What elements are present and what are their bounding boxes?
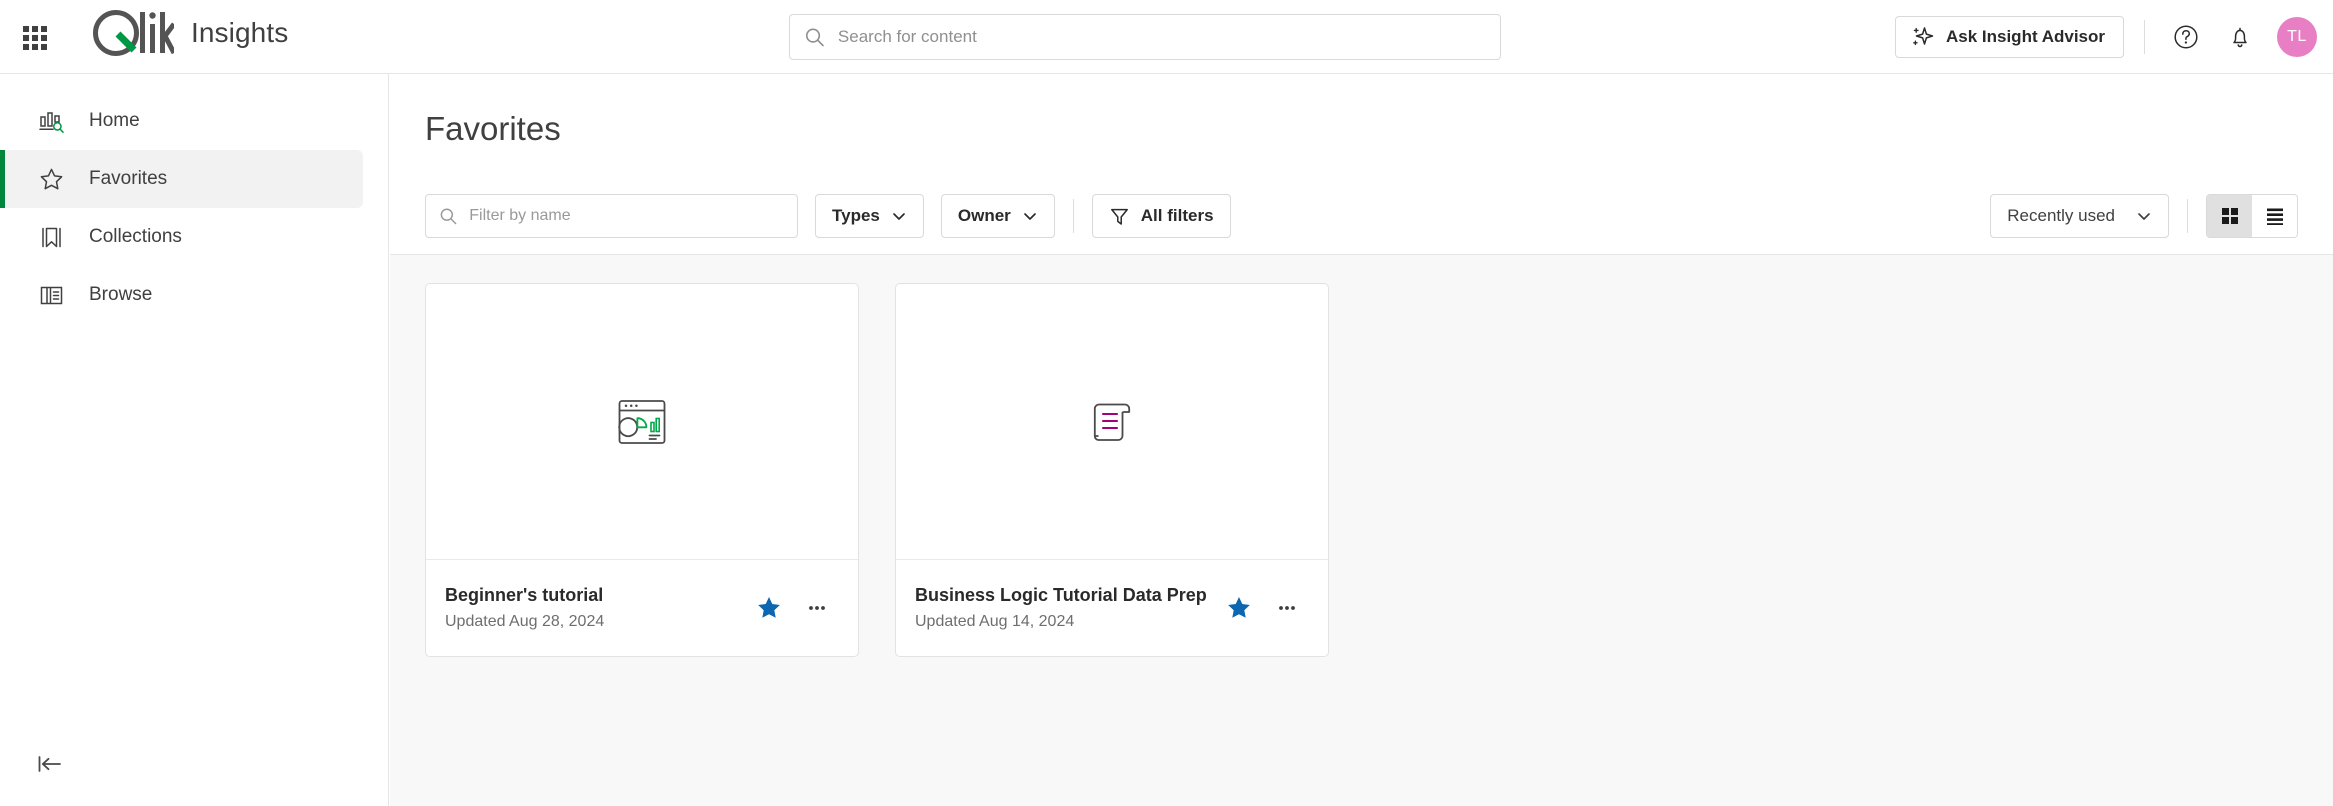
- chart-search-icon: [38, 108, 64, 134]
- sort-select-label: Recently used: [2007, 206, 2115, 226]
- star-filled-icon: [756, 595, 782, 621]
- sidebar-item-label: Collections: [89, 226, 182, 248]
- sidebar-item-favorites[interactable]: Favorites: [0, 150, 363, 208]
- collapse-left-arrow-icon: [36, 752, 66, 776]
- card-thumbnail: [426, 284, 858, 560]
- sparkle-icon: [1911, 25, 1935, 49]
- sidebar-item-collections[interactable]: Collections: [0, 208, 363, 266]
- card-more-menu-button[interactable]: [1268, 589, 1306, 627]
- card-title: Beginner's tutorial: [445, 585, 750, 606]
- avatar-initials: TL: [2287, 28, 2307, 46]
- card-meta: Beginner's tutorial Updated Aug 28, 2024: [445, 585, 750, 631]
- card-title: Business Logic Tutorial Data Prep: [915, 585, 1220, 606]
- search-icon: [804, 26, 825, 48]
- sidebar-item-label: Favorites: [89, 168, 167, 190]
- main-content: Favorites Types Owner: [390, 74, 2333, 806]
- card-footer: Business Logic Tutorial Data Prep Update…: [896, 560, 1328, 656]
- content-toolbar: Types Owner All filters Recently used: [390, 178, 2333, 254]
- page-title: Favorites: [425, 110, 561, 148]
- question-circle-icon: [2172, 23, 2200, 51]
- help-button[interactable]: [2165, 16, 2207, 58]
- bell-icon: [2226, 23, 2254, 51]
- toolbar-divider: [2187, 199, 2188, 233]
- sidebar-item-label: Home: [89, 110, 140, 132]
- top-header: Insights Ask Insight Advisor: [0, 0, 2333, 74]
- card-footer: Beginner's tutorial Updated Aug 28, 2024: [426, 560, 858, 656]
- data-script-scroll-icon: [1081, 391, 1143, 453]
- card-meta: Business Logic Tutorial Data Prep Update…: [915, 585, 1220, 631]
- card-grid: Beginner's tutorial Updated Aug 28, 2024: [425, 283, 2298, 657]
- avatar[interactable]: TL: [2277, 17, 2317, 57]
- view-mode-toggle: [2206, 194, 2298, 238]
- header-actions: Ask Insight Advisor TL: [1895, 0, 2317, 74]
- global-search-input[interactable]: [838, 27, 1486, 47]
- brand-logo-link[interactable]: Insights: [88, 6, 288, 60]
- sidebar-nav: Home Favorites Collections: [0, 74, 389, 806]
- types-filter-button[interactable]: Types: [815, 194, 924, 238]
- list-view-button[interactable]: [2252, 195, 2297, 237]
- grid-view-button[interactable]: [2207, 195, 2252, 237]
- funnel-icon: [1109, 206, 1130, 227]
- collapse-sidebar-button[interactable]: [36, 746, 76, 782]
- card-actions: [750, 589, 836, 627]
- chevron-down-icon: [1022, 208, 1038, 224]
- star-filled-icon: [1226, 595, 1252, 621]
- card-actions: [1220, 589, 1306, 627]
- global-search-box[interactable]: [789, 14, 1501, 60]
- favorite-toggle-button[interactable]: [1220, 589, 1258, 627]
- app-dashboard-icon: [611, 391, 673, 453]
- owner-filter-button[interactable]: Owner: [941, 194, 1055, 238]
- content-area: Beginner's tutorial Updated Aug 28, 2024: [390, 254, 2333, 806]
- app-launcher-button[interactable]: [14, 17, 56, 59]
- sidebar-item-list: Home Favorites Collections: [0, 74, 388, 324]
- sidebar-item-browse[interactable]: Browse: [0, 266, 363, 324]
- toolbar-divider: [1073, 199, 1074, 233]
- content-card[interactable]: Business Logic Tutorial Data Prep Update…: [895, 283, 1329, 657]
- sidebar-item-home[interactable]: Home: [0, 92, 363, 150]
- app-launcher-grid-icon: [23, 26, 47, 50]
- card-updated: Updated Aug 28, 2024: [445, 613, 750, 631]
- sort-select-button[interactable]: Recently used: [1990, 194, 2169, 238]
- chevron-down-icon: [2136, 208, 2152, 224]
- card-thumbnail: [896, 284, 1328, 560]
- sidebar-item-label: Browse: [89, 284, 152, 306]
- bookmark-icon: [38, 224, 64, 250]
- all-filters-label: All filters: [1141, 206, 1214, 226]
- owner-filter-label: Owner: [958, 206, 1011, 226]
- filter-by-name-input[interactable]: [469, 207, 784, 225]
- ellipsis-icon: [1274, 595, 1300, 621]
- star-outline-icon: [38, 166, 64, 192]
- chevron-down-icon: [891, 208, 907, 224]
- ellipsis-icon: [804, 595, 830, 621]
- filter-by-name-box[interactable]: [425, 194, 798, 238]
- types-filter-label: Types: [832, 206, 880, 226]
- browse-columns-icon: [38, 282, 64, 308]
- all-filters-button[interactable]: All filters: [1092, 194, 1231, 238]
- favorite-toggle-button[interactable]: [750, 589, 788, 627]
- search-icon: [439, 206, 457, 226]
- notifications-button[interactable]: [2219, 16, 2261, 58]
- ask-insight-advisor-button[interactable]: Ask Insight Advisor: [1895, 16, 2124, 58]
- ask-insight-advisor-label: Ask Insight Advisor: [1946, 27, 2105, 47]
- product-title: Insights: [191, 17, 288, 49]
- card-updated: Updated Aug 14, 2024: [915, 613, 1220, 631]
- card-more-menu-button[interactable]: [798, 589, 836, 627]
- list-view-icon: [2265, 206, 2285, 226]
- content-card[interactable]: Beginner's tutorial Updated Aug 28, 2024: [425, 283, 859, 657]
- qlik-logo-icon: [88, 6, 174, 60]
- header-divider: [2144, 20, 2145, 54]
- grid-view-icon: [2220, 206, 2240, 226]
